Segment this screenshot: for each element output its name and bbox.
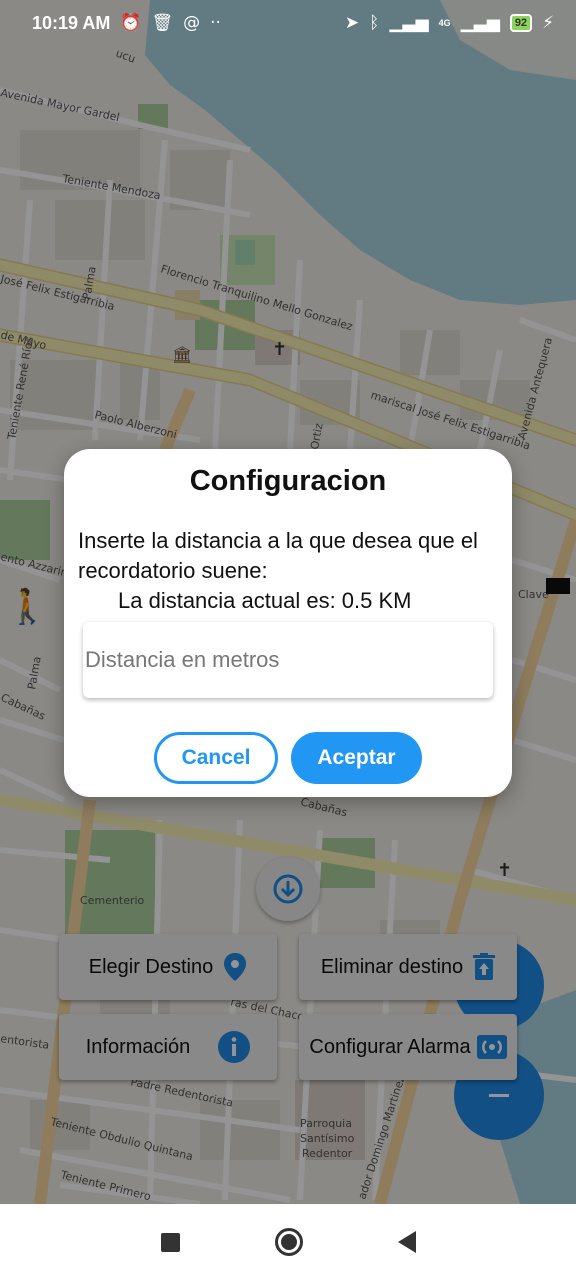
location-arrow-icon: ➤ — [344, 12, 360, 33]
navigation-bar — [0, 1204, 576, 1280]
trash-icon: 🗑 — [151, 12, 174, 33]
signal-icon: ▁▃▅ — [389, 12, 429, 33]
at-icon: @ — [183, 12, 201, 33]
distance-input[interactable] — [83, 622, 493, 698]
charging-icon: ⚡ — [542, 12, 554, 33]
dialog-title: Configuracion — [189, 465, 387, 497]
current-distance-text: La distancia actual es: 0.5 KM — [118, 588, 412, 613]
accept-button[interactable]: Aceptar — [291, 732, 422, 784]
home-button[interactable] — [274, 1228, 303, 1256]
bluetooth-icon: ᛒ — [369, 12, 380, 33]
status-time: 10:19 AM — [32, 12, 111, 33]
status-bar: 10:19 AM ⏰ 🗑 @ ·· ➤ ᛒ ▁▃▅ 4G ▁▃▅ 92 ⚡ — [0, 0, 576, 46]
recents-button[interactable] — [160, 1232, 180, 1252]
more-dots-icon: ·· — [210, 12, 221, 33]
back-button[interactable] — [397, 1231, 416, 1253]
cancel-button[interactable]: Cancel — [154, 732, 278, 784]
network-label: 4G — [438, 18, 451, 28]
configuration-dialog: Configuracion Inserte la distancia a la … — [64, 449, 512, 797]
dialog-message: Inserte la distancia a la que desea que … — [78, 528, 478, 583]
signal-4g-icon: ▁▃▅ — [460, 12, 500, 33]
alarm-off-icon: ⏰ — [120, 12, 142, 33]
battery-icon: 92 — [509, 14, 533, 32]
